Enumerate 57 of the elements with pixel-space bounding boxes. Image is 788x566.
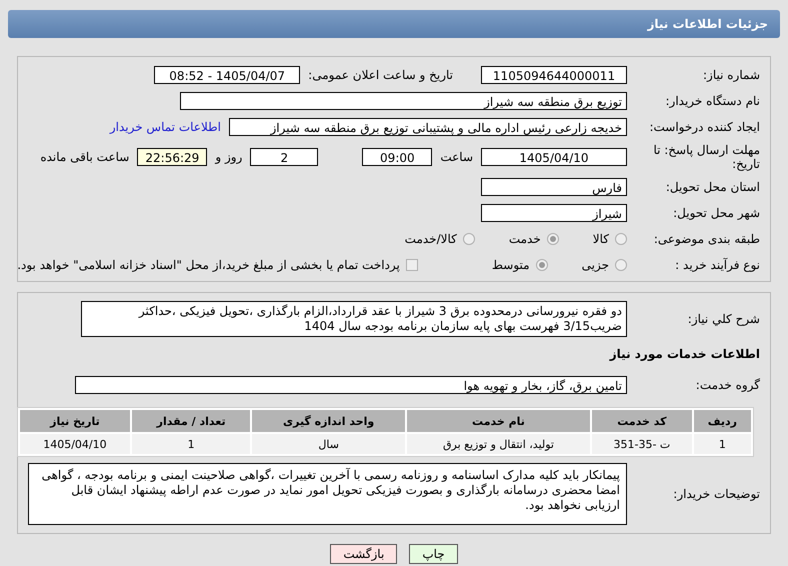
announce-date-field: 1405/04/07 - 08:52 [154,66,300,84]
field-label: تاریخ و ساعت اعلان عمومی: [308,68,453,82]
radio-label: کالا/خدمت [404,232,457,246]
column-header: واحد اندازه گیری [252,410,405,432]
time-label: ساعت [440,150,473,164]
radio-button[interactable] [546,233,559,245]
deadline-date-field: 1405/04/10 [481,148,627,166]
radio-label: جزیی [582,258,609,272]
buyer-org-field: توزیع برق منطقه سه شیراز [180,92,627,110]
service-group-field: تامین برق، گاز، بخار و تهویه هوا [75,376,627,394]
table-cell: 1405/04/10 [20,434,130,454]
radio-button[interactable] [536,259,548,271]
field-label: طبقه بندی موضوعی: [652,232,760,246]
field-label: شهر محل تحویل: [672,206,760,220]
radio-label: خدمت [508,232,541,246]
radio-button[interactable] [462,233,475,245]
province-field: فارس [481,178,627,196]
remaining-label: ساعت باقی مانده [40,150,130,164]
table-cell: تولید، انتقال و توزیع برق [406,434,590,454]
section-heading: اطلاعات خدمات مورد نیاز [608,347,760,361]
deadline-time-field: 09:00 [362,148,432,166]
print-button[interactable]: چاپ [409,544,458,564]
checkbox[interactable] [406,259,418,271]
checkbox-label: پرداخت تمام یا بخشی از مبلغ خرید،از محل "اسناد خزانه اسلامی" خواهد بود. [17,258,400,272]
field-label: گروه خدمت: [694,378,760,392]
table-cell: سال [252,434,405,454]
table-cell: ت -35-351 [592,434,692,454]
field-label: نام دستگاه خریدار: [664,94,760,108]
column-header: تاریخ نیاز [20,410,130,432]
days-label: روز و [215,150,242,164]
radio-label: متوسط [492,258,530,272]
table-cell: 1 [694,434,751,454]
field-label: شماره نیاز: [702,68,760,82]
page-title: جزئیات اطلاعات نیاز [8,10,780,38]
back-button[interactable]: بازگشت [330,544,398,564]
buyer-notes-box: پیمانکار باید کلیه مدارک اساسنامه و روزنامه رسمی با آخرین تغییرات ،گواهی صلاحینت ایمنی و برنامه بودجه ، گواهی امضا محضری درسامانه بارگذاری و بصورت فیزیکی تحویل امور نماید در صورت عدم اراطه پیشنهاد ایشان قابل ارزیابی نخواهد بود. [28,463,627,525]
days-field: 2 [250,148,318,166]
column-header: ردیف [694,410,751,432]
requester-field: خدیجه زارعی رئیس اداره مالی و پشتیبانی توزیع برق منطقه سه شیراز [229,118,627,136]
remaining-time-field: 22:56:29 [137,148,208,166]
radio-button[interactable] [615,233,627,245]
field-label: استان محل تحویل: [664,180,760,194]
description-box: دو فقره نیرورسانی درمحدوده برق 3 شیراز با عقد قرارداد،الزام بارگذاری ،تحویل فیزیکی ،حداکثر ضریب3/15 فهرست بهای پایه سازمان برنامه بودجه سال 1404 [81,301,627,337]
field-label: ایجاد کننده درخواست: [648,120,760,134]
contact-link[interactable]: اطلاعات تماس خریدار [110,120,221,134]
field-label: شرح کلي نياز: [686,312,760,326]
table-cell: 1 [132,434,250,454]
column-header: نام خدمت [406,410,590,432]
radio-label: کالا [592,232,609,246]
column-header: تعداد / مقدار [132,410,250,432]
field-label: نوع فرآیند خرید : [674,258,760,272]
need-number-field: 1105094644000011 [481,66,627,84]
column-header: کد خدمت [592,410,692,432]
field-label: توضیحات خریدار: [672,487,760,501]
city-field: شیراز [481,204,627,222]
radio-button[interactable] [615,259,627,271]
field-label: مهلت ارسال پاسخ: تا تاریخ: [652,143,760,171]
